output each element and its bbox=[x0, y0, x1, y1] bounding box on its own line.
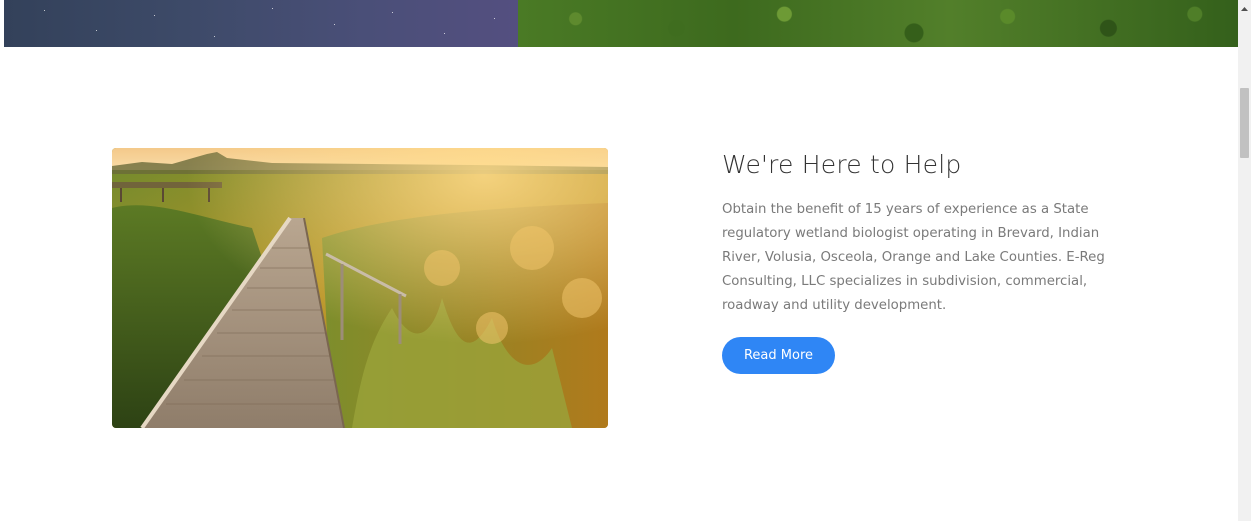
read-more-button[interactable]: Read More bbox=[722, 337, 835, 374]
hero-night-sky-image bbox=[4, 0, 520, 47]
vertical-scrollbar[interactable] bbox=[1238, 0, 1251, 521]
scroll-up-arrow-icon[interactable] bbox=[1238, 0, 1251, 17]
feature-content: We're Here to Help Obtain the benefit of… bbox=[722, 148, 1142, 374]
section-description: Obtain the benefit of 15 years of experi… bbox=[722, 202, 1105, 313]
page: We're Here to Help Obtain the benefit of… bbox=[0, 0, 1251, 521]
scrollbar-thumb[interactable] bbox=[1240, 88, 1249, 158]
section-heading: We're Here to Help bbox=[722, 150, 962, 179]
hero-forest-image bbox=[518, 0, 1238, 47]
hero-banner bbox=[4, 0, 1238, 47]
wetland-boardwalk-photo bbox=[112, 148, 608, 428]
